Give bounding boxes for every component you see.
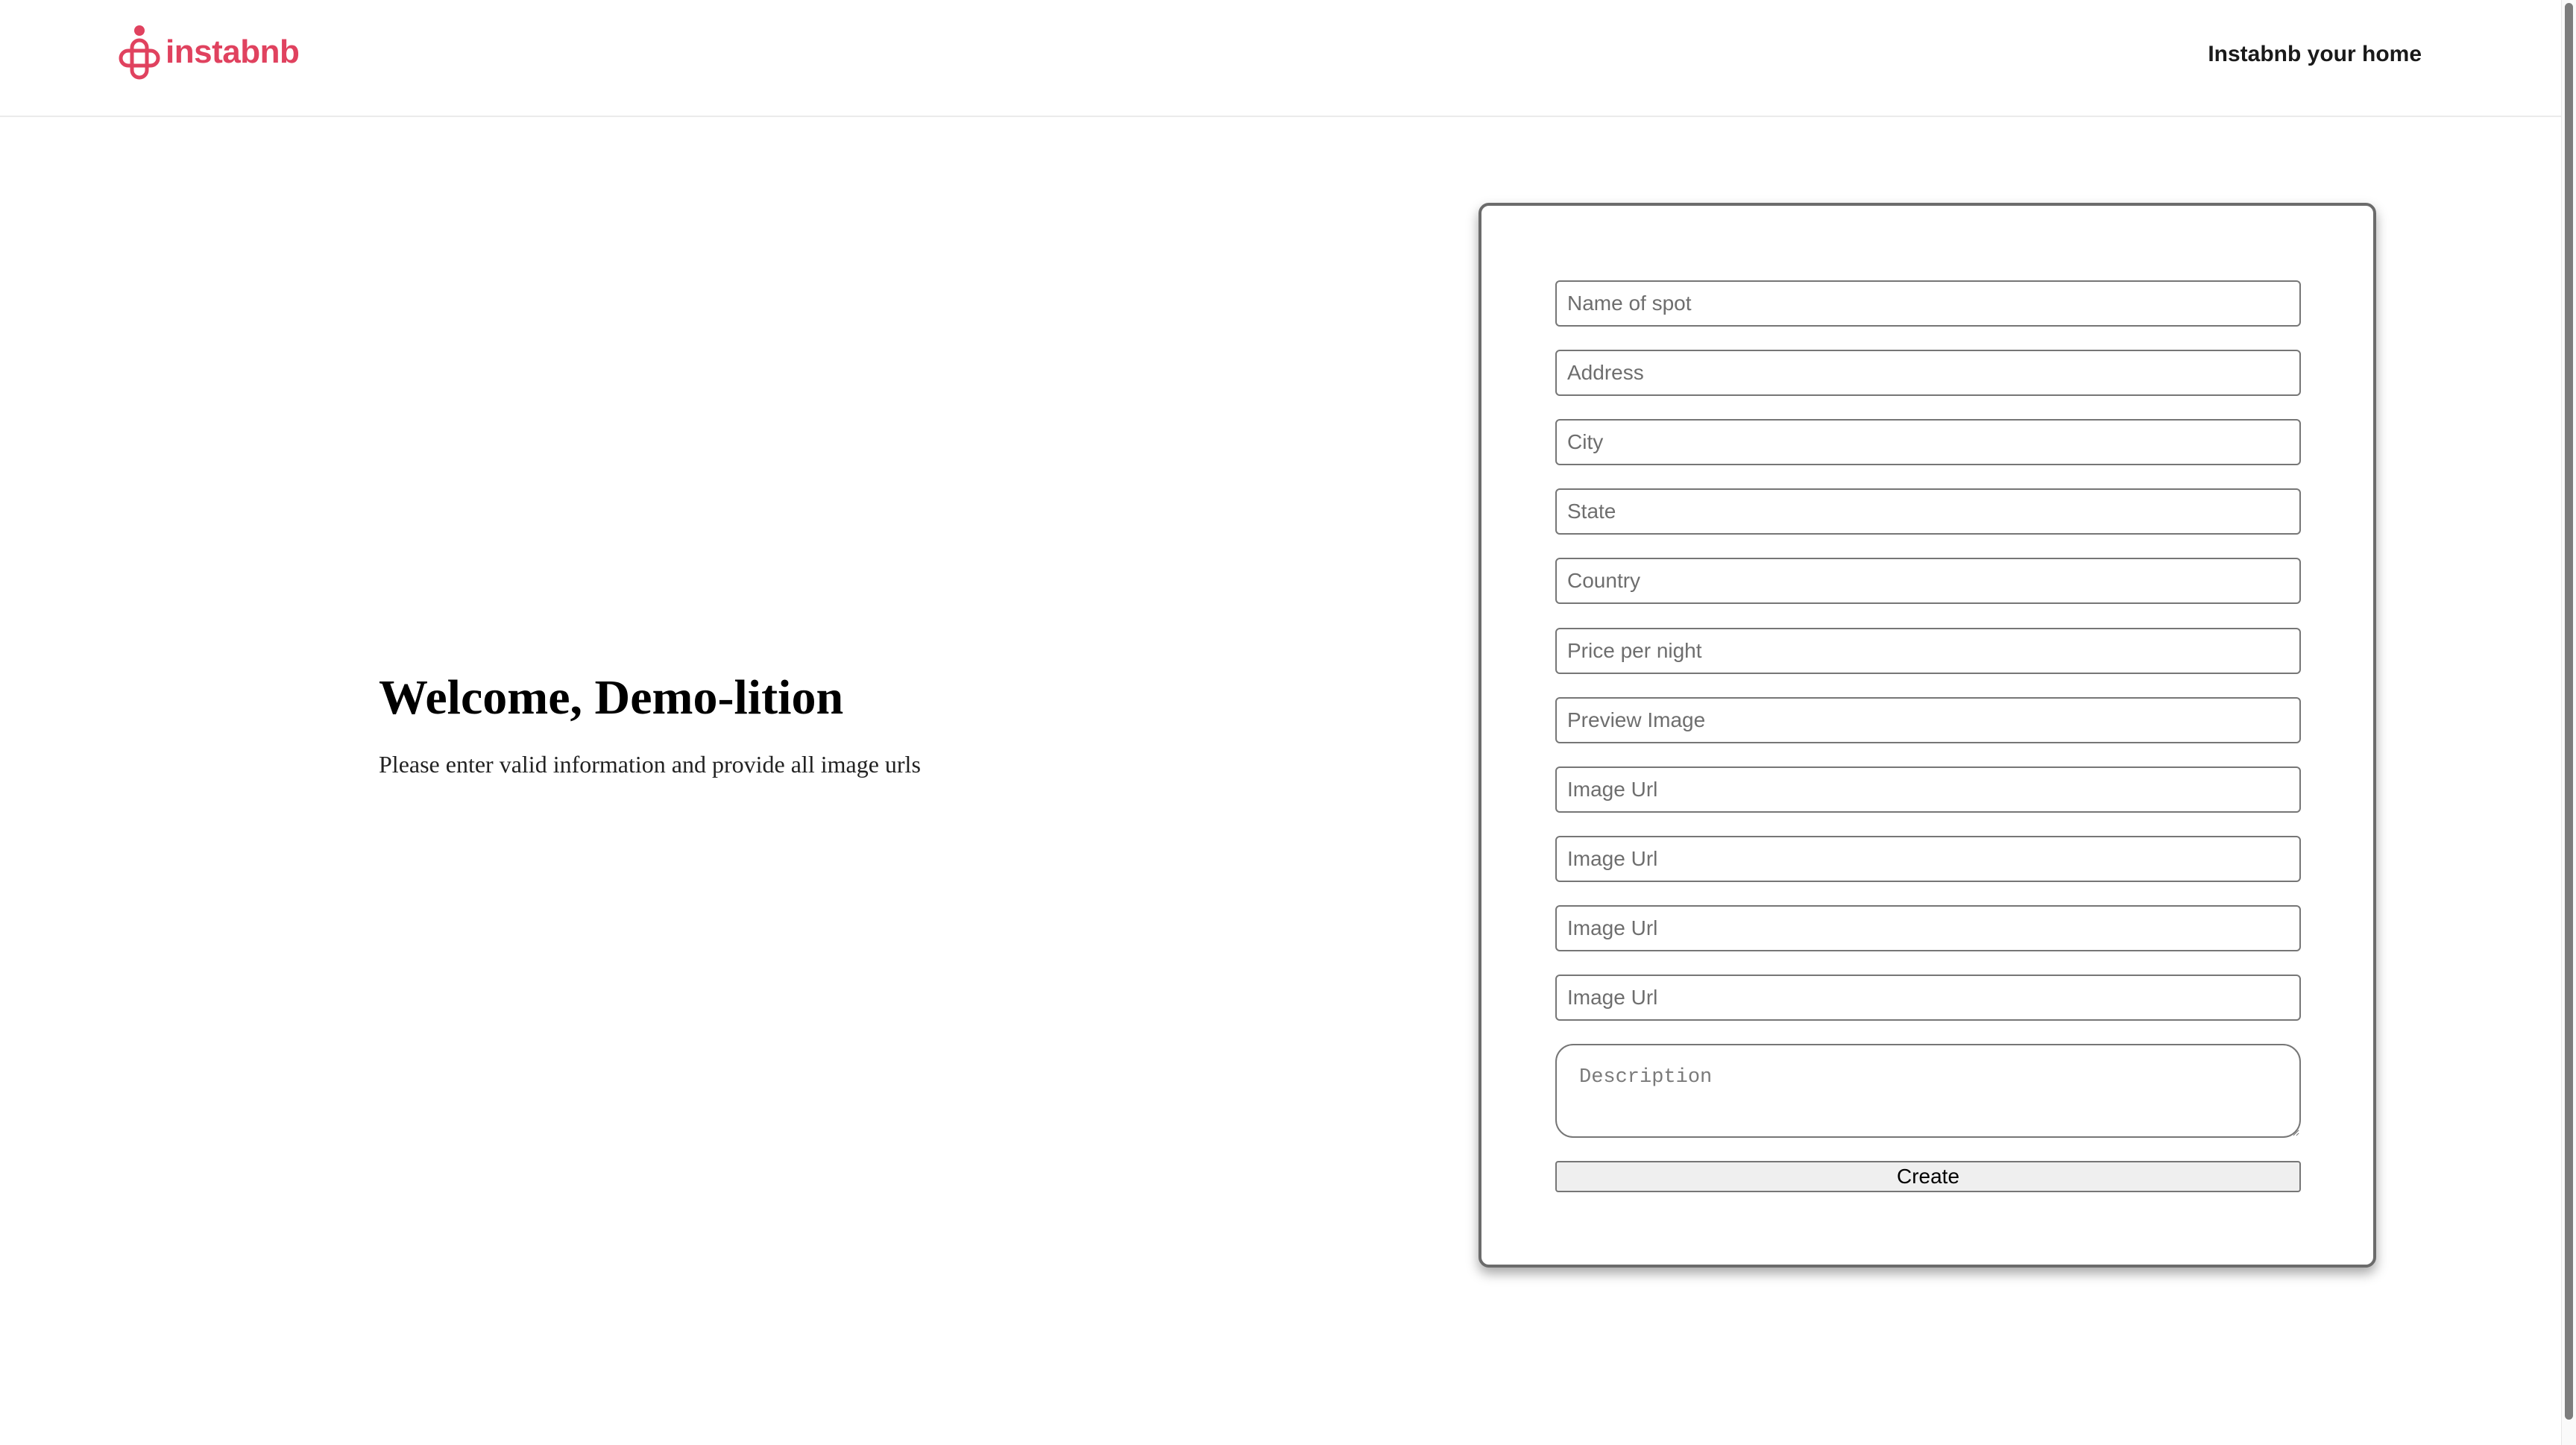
host-your-home-link[interactable]: Instabnb your home — [2208, 42, 2422, 67]
page: instabnb Instabnb your home Welcome, Dem… — [0, 0, 2561, 1445]
description-textarea[interactable] — [1555, 1044, 2301, 1138]
image-url-input-4[interactable] — [1555, 975, 2301, 1021]
image-url-input-3[interactable] — [1555, 905, 2301, 951]
city-input[interactable] — [1555, 419, 2301, 465]
welcome-subtitle: Please enter valid information and provi… — [379, 750, 921, 778]
price-per-night-input[interactable] — [1555, 628, 2301, 674]
instabnb-logo-icon — [119, 25, 160, 80]
country-input[interactable] — [1555, 558, 2301, 604]
preview-image-input[interactable] — [1555, 697, 2301, 743]
welcome-section: Welcome, Demo-lition Please enter valid … — [379, 670, 921, 778]
logo-text: instabnb — [166, 34, 300, 70]
image-url-input-2[interactable] — [1555, 836, 2301, 882]
scrollbar-thumb[interactable] — [2565, 3, 2573, 1420]
image-url-input-1[interactable] — [1555, 766, 2301, 813]
address-input[interactable] — [1555, 350, 2301, 396]
create-spot-form: Create — [1478, 203, 2376, 1268]
create-button[interactable]: Create — [1555, 1161, 2301, 1192]
welcome-title: Welcome, Demo-lition — [379, 670, 844, 725]
state-input[interactable] — [1555, 488, 2301, 535]
logo-link[interactable]: instabnb — [118, 24, 300, 81]
top-nav: instabnb Instabnb your home — [0, 0, 2561, 117]
vertical-scrollbar[interactable] — [2561, 0, 2576, 1445]
name-of-spot-input[interactable] — [1555, 280, 2301, 327]
